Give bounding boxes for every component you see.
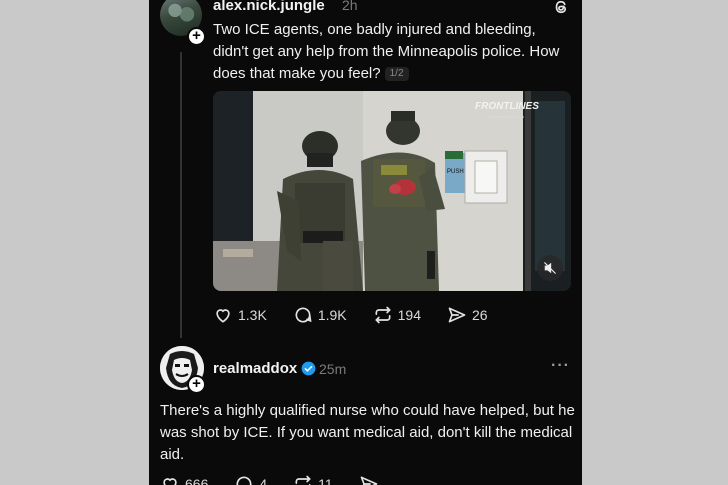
post-video[interactable]: FRONTLINES Powered by OPSEA PUSH — [213, 91, 571, 291]
repost-icon — [374, 306, 391, 324]
follow-plus-icon[interactable]: + — [187, 27, 206, 46]
mute-icon[interactable] — [537, 255, 563, 281]
repost-button[interactable]: 194 — [373, 305, 421, 325]
post-text: Two ICE agents, one badly injured and bl… — [213, 19, 573, 85]
reply-username[interactable]: realmaddox — [213, 360, 297, 377]
reply-like-button[interactable]: 666 — [160, 474, 208, 485]
threads-feed: + alex.nick.jungle 2h Two ICE agents, on… — [149, 0, 582, 485]
post-username[interactable]: alex.nick.jungle — [213, 0, 325, 14]
like-count: 1.3K — [238, 307, 267, 323]
media-pager[interactable]: 1/2 — [384, 67, 409, 82]
video-watermark: FRONTLINES — [475, 101, 539, 112]
repost-count: 194 — [397, 307, 421, 323]
reply-actions: 666 4 11 — [160, 474, 405, 485]
share-icon — [360, 476, 378, 485]
follow-plus-icon-reply[interactable]: + — [187, 375, 206, 394]
comment-button[interactable]: 1.9K — [293, 305, 347, 325]
share-button[interactable]: 26 — [447, 305, 488, 325]
like-button[interactable]: 1.3K — [213, 305, 267, 325]
reply-repost-button[interactable]: 11 — [293, 474, 333, 485]
repost-icon — [295, 475, 312, 485]
reply-comment-count: 4 — [259, 476, 268, 485]
door-sign-text: PUSH — [447, 169, 464, 175]
thread-connector — [180, 52, 182, 338]
comment-count: 1.9K — [317, 307, 347, 323]
reply-share-button[interactable] — [359, 474, 379, 485]
verified-icon — [301, 361, 316, 376]
comment-icon — [295, 307, 312, 323]
reply-like-count: 666 — [185, 476, 209, 485]
video-frame: FRONTLINES Powered by OPSEA PUSH — [213, 91, 571, 291]
reply-comment-button[interactable]: 4 — [234, 474, 267, 485]
share-icon — [448, 307, 466, 323]
threads-logo-icon[interactable] — [552, 0, 570, 16]
share-count: 26 — [471, 307, 488, 323]
reply-text: There's a highly qualified nurse who cou… — [160, 402, 575, 463]
more-icon[interactable]: ··· — [551, 357, 570, 375]
reply-repost-count: 11 — [318, 476, 333, 485]
video-watermark-sub: Powered by OPSEA — [488, 114, 524, 119]
post-time: 2h — [342, 0, 358, 13]
heart-icon — [163, 478, 177, 485]
reply-time: 25m — [319, 361, 347, 377]
comment-icon — [236, 476, 253, 485]
heart-icon — [216, 309, 230, 323]
post-actions: 1.3K 1.9K 194 26 — [213, 305, 514, 325]
